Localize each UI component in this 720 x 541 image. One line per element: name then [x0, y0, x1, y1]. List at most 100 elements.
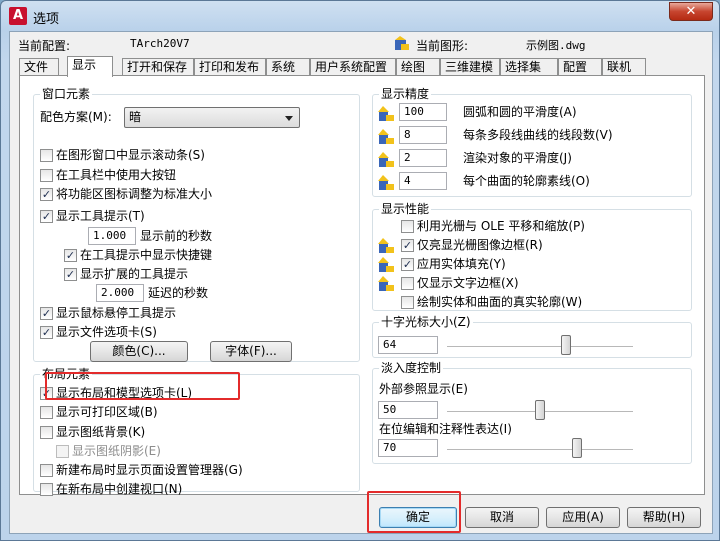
resolution-label: 圆弧和圆的平滑度(A)	[463, 105, 577, 119]
fade-control-group: 淡入度控制 外部参照显示(E) 50 在位编辑和注释性表达(I) 70	[372, 360, 692, 464]
tooltips-checkbox[interactable]: ✓	[40, 210, 53, 223]
tab-files[interactable]: 文件	[19, 58, 59, 76]
paper-shadow-checkbox	[56, 445, 69, 458]
xref-slider-thumb[interactable]	[535, 400, 545, 420]
cancel-button[interactable]: 取消	[465, 507, 539, 528]
inplace-edit-label: 在位编辑和注释性表达(I)	[379, 422, 512, 436]
display-resolution-group: 显示精度 100 圆弧和圆的平滑度(A) 8 每条多段线曲线的线段数(V) 2 渲染对象的…	[372, 86, 692, 197]
tab-3d-modeling[interactable]: 三维建模	[440, 58, 500, 76]
performance-acad-icon	[377, 236, 395, 254]
shortcut-keys-checkbox[interactable]: ✓	[64, 249, 77, 262]
fade-control-title: 淡入度控制	[379, 360, 444, 376]
drawing-icon	[395, 36, 409, 50]
options-dialog: A 选项 ✕ 当前配置: TArch20V7 当前图形: 示例图.dwg 文件 …	[0, 0, 720, 541]
title-bar[interactable]: A 选项 ✕	[1, 1, 719, 31]
colors-button[interactable]: 颜色(C)...	[90, 341, 188, 362]
scrollbars-label: 在图形窗口中显示滚动条(S)	[56, 148, 205, 162]
tab-online[interactable]: 联机	[602, 58, 646, 76]
rollover-tooltips-checkbox[interactable]: ✓	[40, 307, 53, 320]
tab-system[interactable]: 系统	[266, 58, 310, 76]
create-viewport-checkbox[interactable]	[40, 483, 53, 496]
create-viewport-label: 在新布局中创建视口(N)	[56, 482, 183, 496]
tooltips-label: 显示工具提示(T)	[56, 209, 145, 223]
resolution-acad-icon	[377, 127, 395, 145]
page-setup-manager-label: 新建布局时显示页面设置管理器(G)	[56, 463, 243, 477]
performance-checkbox[interactable]: ✓	[401, 258, 414, 271]
tab-profiles[interactable]: 配置	[558, 58, 602, 76]
tab-display[interactable]: 显示	[67, 56, 113, 77]
performance-checkbox[interactable]	[401, 296, 414, 309]
shortcut-keys-label: 在工具提示中显示快捷键	[80, 248, 213, 262]
resolution-value-input[interactable]: 8	[399, 126, 447, 144]
window-title: 选项	[33, 12, 60, 27]
current-drawing-value: 示例图.dwg	[526, 39, 586, 52]
paper-background-label: 显示图纸背景(K)	[56, 425, 146, 439]
window-elements-title: 窗口元素	[40, 86, 93, 102]
printable-area-label: 显示可打印区域(B)	[56, 405, 158, 419]
crosshair-slider-track[interactable]	[447, 346, 633, 348]
tooltip-delay-input[interactable]: 1.000	[88, 227, 136, 245]
rollover-tooltips-label: 显示鼠标悬停工具提示	[56, 306, 177, 320]
resolution-label: 每条多段线曲线的线段数(V)	[463, 128, 613, 142]
apply-button[interactable]: 应用(A)	[546, 507, 620, 528]
paper-background-checkbox[interactable]	[40, 426, 53, 439]
resolution-value-input[interactable]: 4	[399, 172, 447, 190]
display-performance-group: 显示性能 利用光栅与 OLE 平移和缩放(P) ✓ 仅亮显光栅图像边框(R) ✓ 应用实…	[372, 201, 692, 311]
performance-checkbox[interactable]: ✓	[401, 239, 414, 252]
tab-user-preferences[interactable]: 用户系统配置	[310, 58, 396, 76]
extended-delay-input[interactable]: 2.000	[96, 284, 144, 302]
tooltip-delay-label: 显示前的秒数	[140, 229, 213, 243]
display-performance-title: 显示性能	[379, 201, 432, 217]
tab-open-save[interactable]: 打开和保存	[122, 58, 194, 76]
resolution-label: 渲染对象的平滑度(J)	[463, 151, 572, 165]
performance-label: 仅显示文字边框(X)	[417, 276, 519, 290]
performance-label: 应用实体填充(Y)	[417, 257, 506, 271]
performance-acad-icon	[377, 274, 395, 292]
inplace-slider-thumb[interactable]	[572, 438, 583, 458]
inplace-edit-input[interactable]: 70	[378, 439, 438, 457]
close-button[interactable]: ✕	[669, 2, 713, 21]
crosshair-size-title: 十字光标大小(Z)	[379, 314, 473, 330]
page-setup-manager-checkbox[interactable]	[40, 464, 53, 477]
crosshair-slider-thumb[interactable]	[561, 335, 572, 355]
fonts-button[interactable]: 字体(F)...	[210, 341, 292, 362]
color-scheme-label: 配色方案(M):	[40, 110, 112, 124]
resize-ribbon-icons-checkbox[interactable]: ✓	[40, 188, 53, 201]
performance-checkbox[interactable]	[401, 277, 414, 290]
tab-plot-publish[interactable]: 打印和发布	[194, 58, 266, 76]
extended-delay-label: 延迟的秒数	[148, 286, 209, 300]
file-tabs-checkbox[interactable]: ✓	[40, 326, 53, 339]
file-tabs-label: 显示文件选项卡(S)	[56, 325, 157, 339]
extended-tooltips-checkbox[interactable]: ✓	[64, 268, 77, 281]
large-buttons-checkbox[interactable]	[40, 169, 53, 182]
help-button[interactable]: 帮助(H)	[627, 507, 701, 528]
resolution-acad-icon	[377, 150, 395, 168]
current-config-label: 当前配置:	[18, 39, 71, 53]
chevron-down-icon	[285, 116, 293, 121]
xref-display-label: 外部参照显示(E)	[379, 382, 468, 396]
inplace-slider-track[interactable]	[447, 449, 633, 451]
performance-acad-icon	[377, 255, 395, 273]
large-buttons-label: 在工具栏中使用大按钮	[56, 168, 177, 182]
resolution-value-input[interactable]: 100	[399, 103, 447, 121]
color-scheme-value: 暗	[129, 110, 142, 124]
current-config-value: TArch20V7	[130, 37, 190, 50]
paper-shadow-label: 显示图纸阴影(E)	[72, 444, 161, 458]
performance-checkbox[interactable]	[401, 220, 414, 233]
highlight-layout-model-tabs	[45, 372, 240, 400]
performance-label: 利用光栅与 OLE 平移和缩放(P)	[417, 219, 585, 233]
xref-display-input[interactable]: 50	[378, 401, 438, 419]
resolution-acad-icon	[377, 104, 395, 122]
tab-selection[interactable]: 选择集	[500, 58, 558, 76]
scrollbars-checkbox[interactable]	[40, 149, 53, 162]
printable-area-checkbox[interactable]	[40, 406, 53, 419]
performance-label: 仅亮显光栅图像边框(R)	[417, 238, 543, 252]
current-drawing-label: 当前图形:	[416, 39, 469, 53]
resolution-value-input[interactable]: 2	[399, 149, 447, 167]
tab-drafting[interactable]: 绘图	[396, 58, 440, 76]
crosshair-size-input[interactable]: 64	[378, 336, 438, 354]
highlight-ok-button	[367, 491, 461, 533]
color-scheme-select[interactable]: 暗	[124, 107, 300, 128]
extended-tooltips-label: 显示扩展的工具提示	[80, 267, 189, 281]
resolution-label: 每个曲面的轮廓素线(O)	[463, 174, 590, 188]
